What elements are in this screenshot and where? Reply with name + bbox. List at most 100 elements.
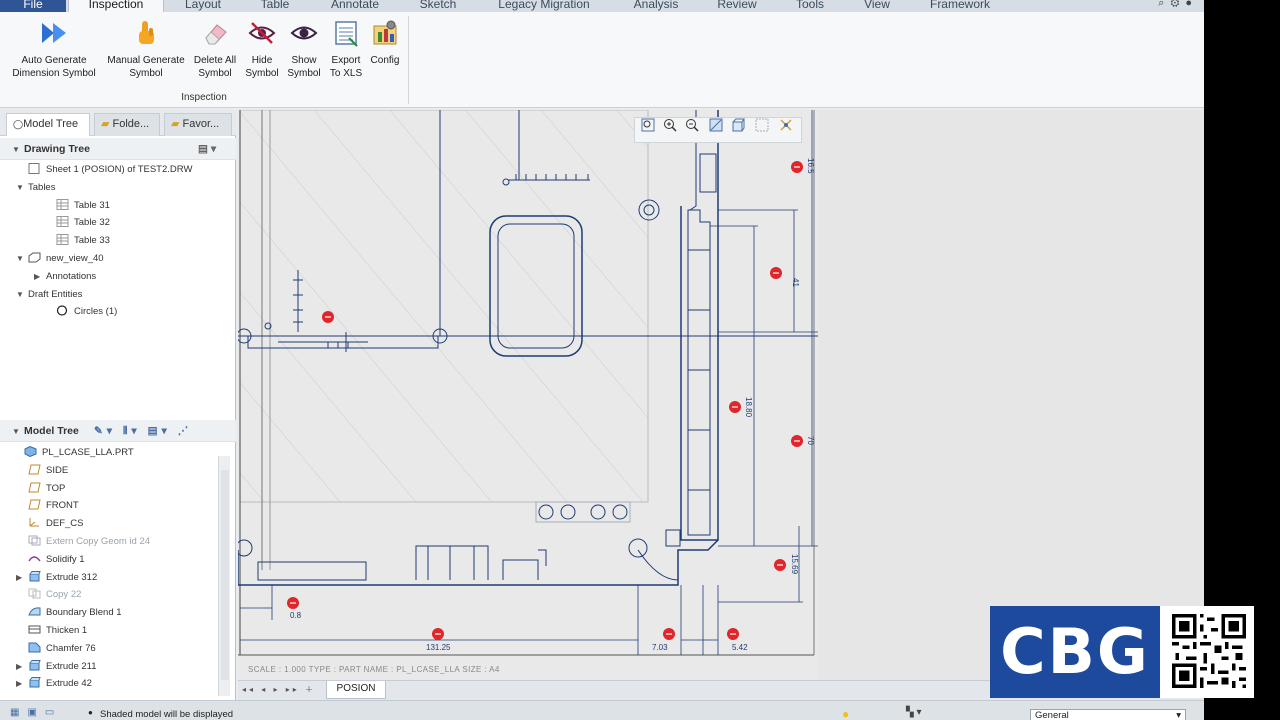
qr-code-icon — [1172, 614, 1246, 688]
tree-item-label: FRONT — [46, 500, 79, 512]
tree-filter-icons[interactable]: ✎▾ ⫴▾ ▤▾ ⋰ — [94, 420, 192, 442]
expand-toggle-icon[interactable]: ▼ — [16, 287, 28, 303]
status-icons[interactable]: ▦▣▭ — [10, 707, 62, 718]
tree-item[interactable]: Chamfer 76 — [16, 641, 96, 657]
show-symbol-button[interactable]: Show Symbol — [284, 18, 324, 80]
model-tree-header[interactable]: ▼ Model Tree ✎▾ ⫴▾ ▤▾ ⋰ — [0, 420, 236, 442]
tab-favorites[interactable]: ▰ Favor... — [164, 113, 232, 136]
tree-item-label: DEF_CS — [46, 518, 84, 530]
tree-item[interactable]: Sheet 1 (POSION) of TEST2.DRW — [16, 162, 192, 178]
manual-generate-symbol-button[interactable]: Manual Generate Symbol — [104, 18, 188, 80]
tree-item[interactable]: ▶ Annotations — [34, 269, 96, 285]
datum-display-icon[interactable] — [755, 118, 769, 132]
tab-folder-browser[interactable]: ▰ Folde... — [94, 113, 160, 136]
annotation-display-icon[interactable] — [779, 118, 793, 132]
tree-item[interactable]: Table 33 — [44, 233, 110, 249]
tree-item[interactable]: ▶ Extrude 42 — [16, 676, 92, 692]
help-icon[interactable]: ● — [1185, 0, 1198, 9]
scrollbar-thumb[interactable] — [221, 470, 229, 680]
tab-file[interactable]: File — [0, 0, 66, 12]
tree-item-label: Extrude 42 — [46, 678, 92, 690]
display-style-icon[interactable] — [731, 118, 745, 132]
tree-item[interactable]: Boundary Blend 1 — [16, 605, 122, 621]
tab-tools[interactable]: Tools — [780, 0, 840, 12]
tree-item[interactable]: TOP — [16, 481, 65, 497]
tab-annotate[interactable]: Annotate — [316, 0, 394, 12]
filter-lock-icon[interactable]: ▚ ▾ — [906, 707, 922, 718]
tree-item[interactable]: ▼ new_view_40 — [16, 251, 104, 267]
tab-view[interactable]: View — [848, 0, 906, 12]
tree-item[interactable]: Table 31 — [44, 198, 110, 214]
expand-toggle-icon[interactable]: ▼ — [16, 180, 28, 196]
tree-item-label: Boundary Blend 1 — [46, 607, 122, 619]
copy-geom-icon — [28, 535, 46, 547]
button-label: Symbol — [245, 68, 279, 79]
dimension-16.5: 16.5 — [806, 158, 815, 174]
tree-item[interactable]: ▶ Extrude 211 — [16, 659, 97, 675]
zoom-out-icon[interactable] — [685, 118, 699, 132]
tree-item[interactable]: ▼ Draft Entities — [16, 287, 82, 303]
settings-icon[interactable]: ⚙ — [1170, 0, 1185, 9]
sheet-navigation[interactable]: ◂◂ ◂ ▸ ▸▸ ＋ — [242, 684, 316, 695]
hand-pointer-icon — [139, 21, 154, 44]
tab-framework[interactable]: Framework — [918, 0, 1002, 12]
expand-toggle-icon[interactable]: ▶ — [16, 676, 28, 692]
spreadsheet-icon — [335, 21, 358, 47]
cbg-logo: CBG — [990, 606, 1254, 698]
tab-inspection[interactable]: Inspection — [68, 0, 164, 12]
collapse-icon[interactable]: ▼ — [12, 421, 24, 443]
tree-item[interactable]: Copy 22 — [16, 587, 81, 603]
export-to-xls-button[interactable]: Export To XLS — [326, 18, 366, 80]
tree-item[interactable]: FRONT — [16, 498, 79, 514]
plane-icon — [28, 464, 46, 476]
tree-item-label: Chamfer 76 — [46, 642, 96, 654]
tree-item[interactable]: Table 32 — [44, 215, 110, 231]
tab-analysis[interactable]: Analysis — [618, 0, 694, 12]
button-label: Show — [291, 55, 317, 66]
tree-item[interactable]: Extern Copy Geom id 24 — [16, 534, 150, 550]
search-icon[interactable]: ⌕ — [1158, 0, 1170, 9]
delete-all-symbol-button[interactable]: Delete All Symbol — [190, 18, 240, 80]
table-icon — [56, 198, 74, 211]
drawing-canvas[interactable]: 0.8 131.25 7.03 5.42 41 18.80 70 15.69 1… — [238, 110, 1204, 680]
expand-toggle-icon[interactable]: ▶ — [34, 269, 46, 285]
auto-generate-dimension-symbol-button[interactable]: Auto Generate Dimension Symbol — [6, 18, 102, 80]
sheet-tab-posion[interactable]: POSION — [326, 681, 386, 699]
selection-filter-select[interactable]: General ▾ — [1030, 709, 1186, 720]
zoom-in-icon[interactable] — [663, 118, 677, 132]
tab-review[interactable]: Review — [704, 0, 770, 12]
tree-item[interactable]: ▼ Tables — [16, 180, 55, 196]
tree-settings-icon[interactable]: ▤ ▾ — [198, 138, 216, 160]
tree-item[interactable]: PL_LCASE_LLA.PRT — [12, 445, 134, 461]
filter-value: General — [1035, 710, 1069, 720]
tab-model-tree[interactable]: ◯​ Model Tree — [6, 113, 90, 136]
tree-item[interactable]: DEF_CS — [16, 516, 83, 532]
tab-table[interactable]: Table — [244, 0, 306, 12]
refit-icon[interactable] — [641, 118, 655, 132]
window-controls[interactable]: ⌕⚙● — [1158, 0, 1198, 10]
config-button[interactable]: Config — [366, 18, 404, 67]
button-label: Symbol — [198, 68, 232, 79]
expand-toggle-icon[interactable]: ▼ — [16, 251, 28, 267]
tree-item-label: Extern Copy Geom id 24 — [46, 536, 151, 547]
tree-item[interactable]: Thicken 1 — [16, 623, 87, 639]
tree-item[interactable]: Circles (1) — [44, 304, 117, 320]
collapse-icon[interactable]: ▼ — [12, 139, 24, 161]
tree-item[interactable]: ▶ Extrude 312 — [16, 570, 97, 586]
tab-legacy-migration[interactable]: Legacy Migration — [482, 0, 606, 12]
tab-layout[interactable]: Layout — [168, 0, 238, 12]
tab-sketch[interactable]: Sketch — [404, 0, 472, 12]
tree-item[interactable]: SIDE — [16, 463, 68, 479]
plane-icon — [28, 482, 46, 494]
status-bullet: ● — [88, 708, 93, 717]
expand-toggle-icon[interactable]: ▶ — [16, 659, 28, 675]
model-tree-scrollbar[interactable] — [218, 456, 230, 696]
repaint-icon[interactable] — [709, 118, 723, 132]
tree-item[interactable]: Solidify 1 — [16, 552, 85, 568]
hide-symbol-button[interactable]: Hide Symbol — [242, 18, 282, 80]
double-arrow-icon — [42, 23, 66, 43]
drawing-tree-header[interactable]: ▼ Drawing Tree ▤ ▾ — [0, 138, 236, 160]
expand-toggle-icon[interactable]: ▶ — [16, 570, 28, 586]
section-title: Drawing Tree — [24, 143, 90, 155]
selection-icons[interactable]: ● — [842, 707, 849, 720]
